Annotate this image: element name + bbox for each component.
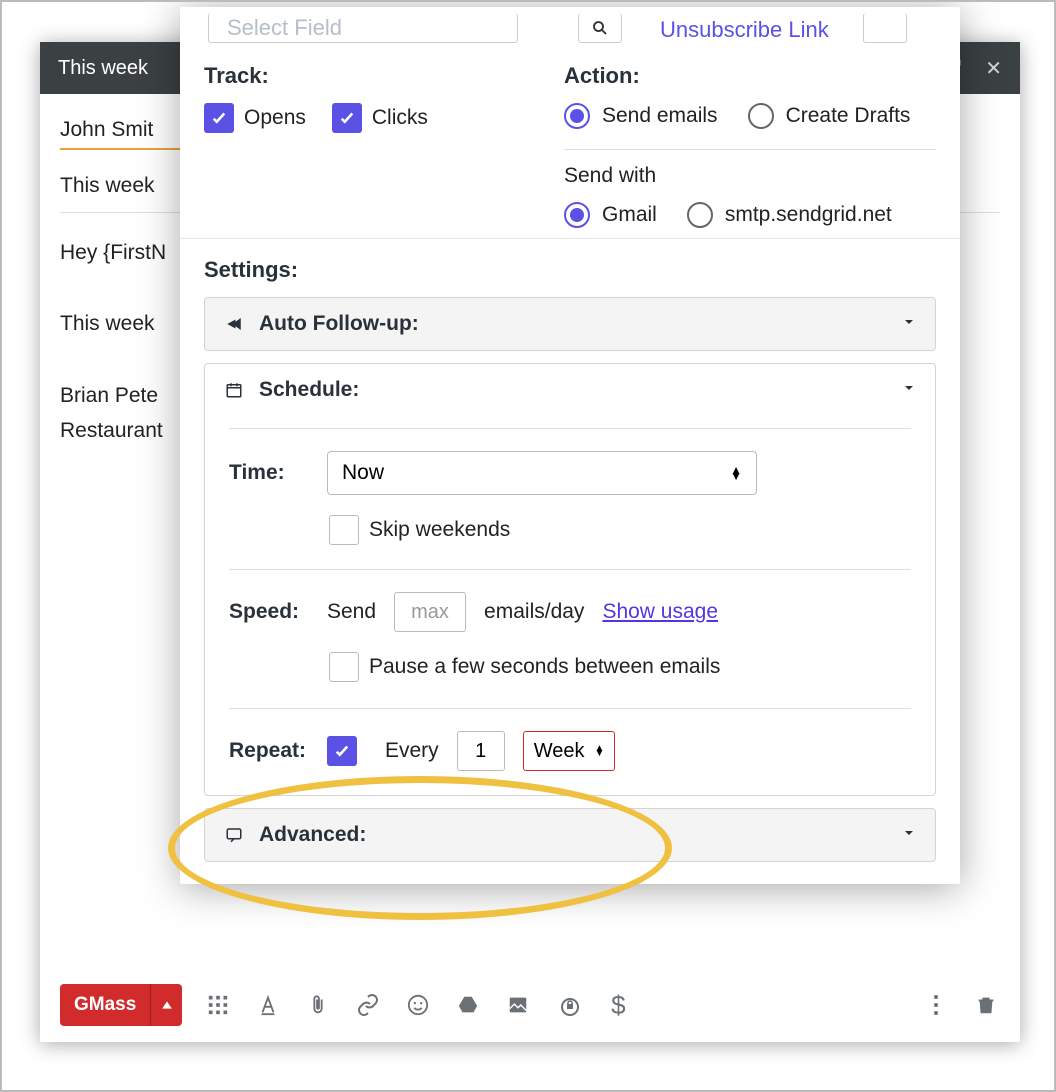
gmass-button[interactable]: GMass (60, 984, 182, 1026)
schedule-label: Schedule: (259, 378, 887, 402)
attach-icon[interactable] (304, 991, 332, 1019)
show-usage-link[interactable]: Show usage (602, 600, 718, 624)
time-label: Time: (229, 461, 309, 485)
action-send-label: Send emails (602, 104, 718, 128)
updown-icon: ▲▼ (730, 467, 742, 479)
unsubscribe-link[interactable]: Unsubscribe Link (660, 17, 829, 43)
share-icon (223, 315, 245, 333)
money-icon[interactable]: $ (604, 991, 632, 1019)
time-value: Now (342, 461, 384, 485)
pause-label: Pause a few seconds between emails (369, 655, 720, 679)
checkbox-checked-icon (332, 103, 362, 133)
gmass-dropdown[interactable] (150, 984, 182, 1026)
time-select[interactable]: Now ▲▼ (327, 451, 757, 495)
close-icon[interactable]: ✕ (985, 56, 1002, 81)
drive-icon[interactable] (454, 991, 482, 1019)
checkbox-checked-icon (204, 103, 234, 133)
repeat-count-input[interactable]: 1 (457, 731, 505, 771)
skip-weekends-label: Skip weekends (369, 518, 510, 542)
action-send-radio[interactable]: Send emails (564, 103, 718, 129)
gmass-label: GMass (60, 984, 150, 1026)
sendwith-sendgrid-radio[interactable]: smtp.sendgrid.net (687, 202, 892, 228)
chevron-down-icon (901, 314, 917, 335)
repeat-checkbox[interactable] (327, 736, 367, 766)
image-icon[interactable] (504, 991, 532, 1019)
text-format-icon[interactable] (254, 991, 282, 1019)
track-opens-label: Opens (244, 106, 306, 130)
compose-toolbar: GMass $ (40, 968, 1020, 1042)
checkbox-checked-icon (327, 736, 357, 766)
radio-checked-icon (564, 103, 590, 129)
sendwith-gmail-label: Gmail (602, 203, 657, 227)
chat-icon (223, 826, 245, 844)
auto-followup-label: Auto Follow-up: (259, 312, 887, 336)
sendwith-gmail-radio[interactable]: Gmail (564, 202, 657, 228)
skip-weekends-checkbox[interactable]: Skip weekends (329, 515, 510, 545)
action-label: Action: (564, 63, 936, 89)
checkbox-empty-icon (329, 515, 359, 545)
repeat-every-text: Every (385, 739, 439, 763)
search-button[interactable] (578, 13, 622, 43)
track-clicks-label: Clicks (372, 106, 428, 130)
sendwith-sendgrid-label: smtp.sendgrid.net (725, 203, 892, 227)
action-drafts-label: Create Drafts (786, 104, 911, 128)
pause-checkbox[interactable]: Pause a few seconds between emails (329, 652, 720, 682)
speed-label: Speed: (229, 600, 309, 624)
unsub-extra[interactable] (863, 13, 907, 43)
link-icon[interactable] (354, 991, 382, 1019)
grid-icon[interactable] (204, 991, 232, 1019)
more-icon[interactable] (922, 991, 950, 1019)
emoji-icon[interactable] (404, 991, 432, 1019)
speed-unit: emails/day (484, 600, 584, 624)
sendwith-heading: Send with (564, 164, 936, 188)
auto-followup-accordion[interactable]: Auto Follow-up: (204, 297, 936, 351)
confidential-icon[interactable] (554, 991, 582, 1019)
chevron-down-icon (901, 380, 917, 401)
track-clicks-checkbox[interactable]: Clicks (332, 103, 428, 133)
advanced-label: Advanced: (259, 823, 887, 847)
settings-heading: Settings: (204, 239, 936, 297)
compose-subject-heading: This week (58, 57, 148, 80)
repeat-unit-select[interactable]: Week ▲▼ (523, 731, 616, 771)
trash-icon[interactable] (972, 991, 1000, 1019)
action-drafts-radio[interactable]: Create Drafts (748, 103, 911, 129)
gmass-settings-panel: Select Field Unsubscribe Link Track: Ope… (180, 7, 960, 884)
track-label: Track: (204, 63, 504, 89)
repeat-unit-value: Week (534, 740, 585, 763)
radio-icon (687, 202, 713, 228)
chevron-down-icon (901, 825, 917, 846)
speed-max-input[interactable]: max (394, 592, 466, 632)
radio-checked-icon (564, 202, 590, 228)
select-field-dropdown[interactable]: Select Field (208, 13, 518, 43)
advanced-accordion[interactable]: Advanced: (204, 808, 936, 862)
radio-icon (748, 103, 774, 129)
calendar-icon (223, 381, 245, 399)
speed-send-text: Send (327, 600, 376, 624)
updown-icon: ▲▼ (594, 746, 604, 756)
schedule-header[interactable]: Schedule: (205, 364, 935, 416)
repeat-label: Repeat: (229, 739, 309, 763)
checkbox-empty-icon (329, 652, 359, 682)
schedule-accordion: Schedule: Time: Now ▲▼ (204, 363, 936, 796)
track-opens-checkbox[interactable]: Opens (204, 103, 306, 133)
